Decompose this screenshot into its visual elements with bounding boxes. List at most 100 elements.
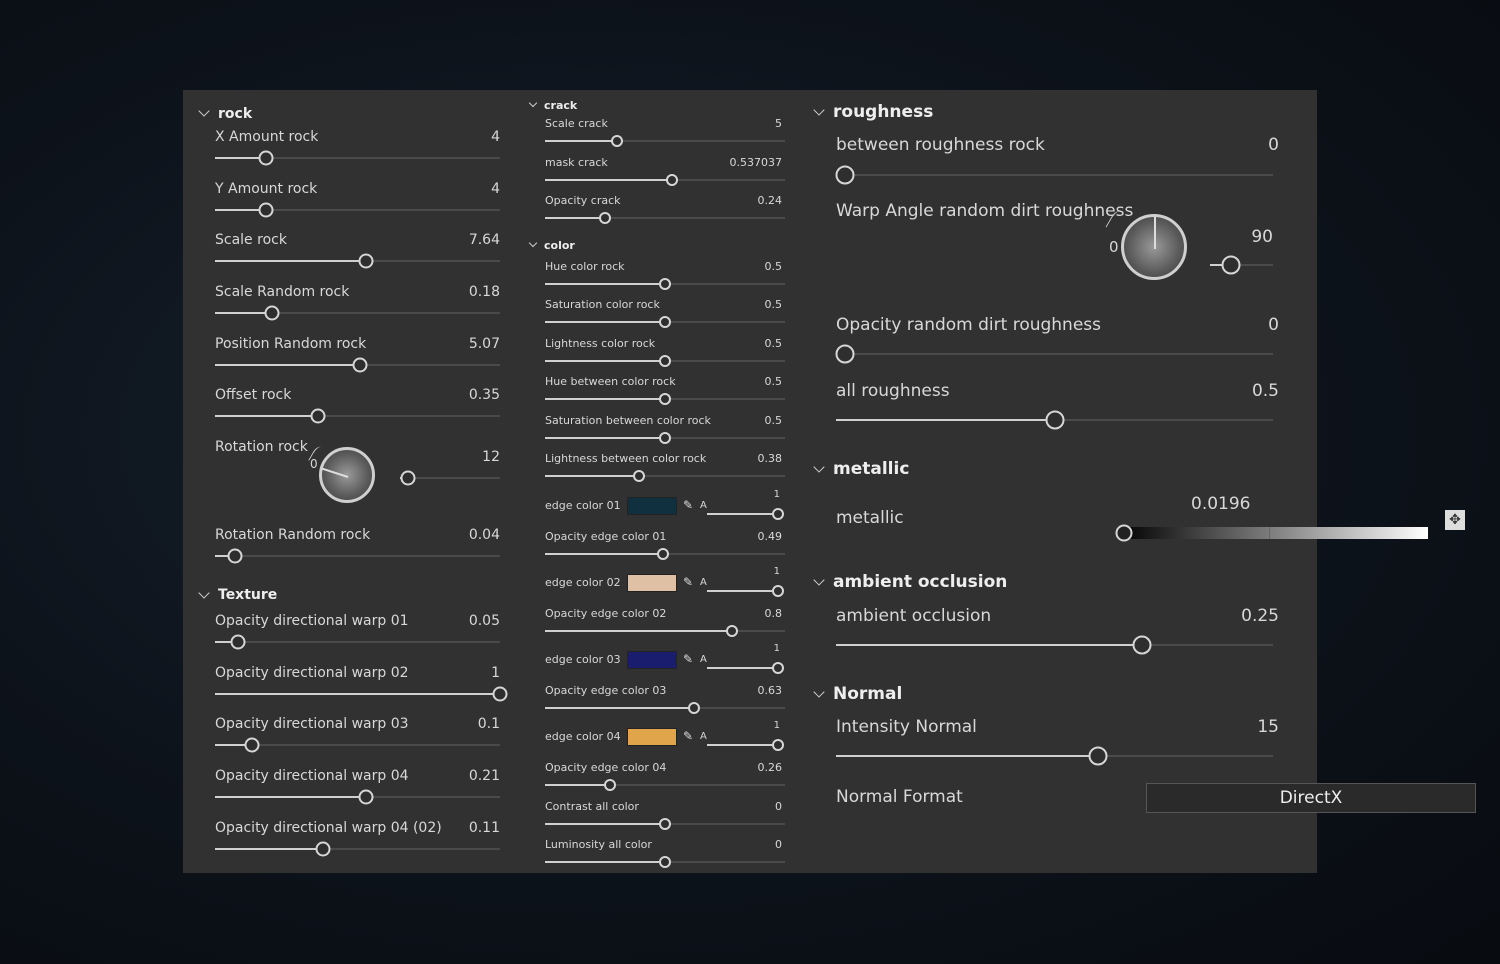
normal-format-dropdown[interactable]: DirectX: [1146, 783, 1476, 813]
slider-fill: [545, 359, 665, 362]
color-swatch[interactable]: [627, 496, 677, 515]
slider-knob[interactable]: [258, 202, 274, 218]
slider-track[interactable]: [215, 408, 500, 424]
slider-knob[interactable]: [1132, 635, 1152, 655]
color-swatch[interactable]: [627, 727, 677, 746]
slider-track[interactable]: [545, 316, 785, 328]
slider-track[interactable]: [215, 202, 500, 218]
slider-track[interactable]: [215, 789, 500, 805]
slider-knob[interactable]: [230, 634, 246, 650]
alpha-slider[interactable]: [707, 661, 784, 674]
slider-track[interactable]: [545, 431, 785, 444]
slider-knob[interactable]: [244, 737, 260, 753]
slider-knob[interactable]: [659, 316, 671, 328]
slider-knob[interactable]: [687, 701, 700, 714]
slider-knob[interactable]: [659, 856, 671, 868]
slider-knob[interactable]: [400, 470, 416, 486]
slider-knob[interactable]: [659, 277, 671, 290]
section-header-normal[interactable]: Normal: [813, 682, 902, 706]
rotation-rock-dial[interactable]: [319, 447, 375, 504]
slider-track[interactable]: [215, 841, 500, 857]
section-header-roughness[interactable]: roughness: [813, 100, 933, 124]
warp-angle-dial[interactable]: [1121, 214, 1187, 280]
slider-track[interactable]: [215, 305, 500, 321]
slider-track[interactable]: [545, 547, 785, 560]
random-icon[interactable]: ✥: [1445, 510, 1465, 530]
slider-knob[interactable]: [659, 393, 671, 405]
slider-track[interactable]: [545, 856, 785, 868]
slider-knob[interactable]: [835, 344, 855, 364]
slider-track[interactable]: [400, 470, 500, 486]
section-header-rock[interactable]: rock: [198, 100, 500, 127]
color-swatch[interactable]: [627, 573, 677, 592]
slider-all-roughness[interactable]: [836, 410, 1273, 430]
slider-track[interactable]: [545, 354, 785, 367]
slider-track[interactable]: [545, 212, 785, 224]
eyedropper-icon[interactable]: ✎: [683, 729, 693, 743]
section-header-metallic[interactable]: metallic: [813, 457, 909, 481]
metallic-gradient-slider[interactable]: [1115, 524, 1428, 542]
slider-track[interactable]: [545, 778, 785, 791]
slider-between-roughness[interactable]: [835, 165, 1273, 185]
slider-warp-angle[interactable]: [1210, 255, 1273, 275]
slider-knob[interactable]: [358, 789, 374, 805]
slider-knob[interactable]: [599, 212, 611, 224]
slider-knob[interactable]: [315, 841, 331, 857]
slider-knob[interactable]: [772, 661, 784, 674]
slider-knob[interactable]: [772, 738, 784, 751]
slider-track[interactable]: [215, 548, 500, 564]
slider-track[interactable]: [545, 470, 785, 482]
slider-knob[interactable]: [603, 778, 616, 791]
slider-knob[interactable]: [264, 305, 280, 321]
slider-knob[interactable]: [1045, 410, 1064, 430]
slider-knob[interactable]: [1221, 255, 1241, 275]
slider-knob[interactable]: [1088, 746, 1108, 766]
alpha-slider[interactable]: [707, 738, 784, 751]
slider-track[interactable]: [215, 150, 500, 166]
slider-track[interactable]: [545, 277, 785, 290]
slider-knob[interactable]: [772, 584, 784, 597]
slider-intensity-normal[interactable]: [836, 746, 1273, 766]
slider-knob[interactable]: [726, 624, 739, 637]
slider-knob[interactable]: [492, 686, 508, 701]
slider-track[interactable]: [545, 701, 785, 714]
slider-knob[interactable]: [1115, 524, 1133, 542]
section-header-color[interactable]: color: [528, 237, 785, 255]
alpha-slider[interactable]: [707, 584, 784, 597]
slider-knob[interactable]: [611, 135, 623, 147]
slider-ambient-occlusion[interactable]: [836, 635, 1273, 655]
alpha-slider[interactable]: [707, 507, 784, 520]
slider-knob[interactable]: [666, 173, 679, 186]
slider-knob[interactable]: [835, 165, 855, 185]
section-header-crack[interactable]: crack: [528, 96, 785, 114]
slider-knob[interactable]: [358, 253, 374, 269]
alpha-value: 1: [773, 642, 780, 654]
slider-knob[interactable]: [227, 548, 243, 564]
eyedropper-icon[interactable]: ✎: [683, 652, 693, 666]
eyedropper-icon[interactable]: ✎: [683, 575, 693, 589]
slider-track[interactable]: [545, 624, 785, 637]
slider-track[interactable]: [215, 686, 508, 701]
slider-track[interactable]: [545, 817, 785, 830]
slider-track[interactable]: [545, 393, 785, 405]
slider-track[interactable]: [215, 737, 500, 753]
slider-knob[interactable]: [772, 507, 784, 520]
slider-track[interactable]: [545, 135, 785, 147]
slider-knob[interactable]: [659, 431, 671, 444]
eyedropper-icon[interactable]: ✎: [683, 498, 693, 512]
color-swatch[interactable]: [627, 650, 677, 669]
slider-knob[interactable]: [659, 354, 671, 367]
slider-track[interactable]: [215, 357, 500, 373]
section-header-ambient-occlusion[interactable]: ambient occlusion: [813, 570, 1007, 594]
slider-knob[interactable]: [632, 470, 645, 482]
slider-knob[interactable]: [258, 150, 274, 166]
slider-knob[interactable]: [352, 357, 368, 373]
slider-opacity-random-dirt[interactable]: [835, 344, 1273, 364]
slider-track[interactable]: [215, 253, 500, 269]
slider-knob[interactable]: [656, 547, 669, 560]
section-header-texture[interactable]: Texture: [198, 582, 500, 609]
slider-track[interactable]: [545, 173, 785, 186]
slider-knob[interactable]: [310, 408, 326, 424]
slider-track[interactable]: [215, 634, 500, 650]
slider-knob[interactable]: [659, 817, 671, 830]
